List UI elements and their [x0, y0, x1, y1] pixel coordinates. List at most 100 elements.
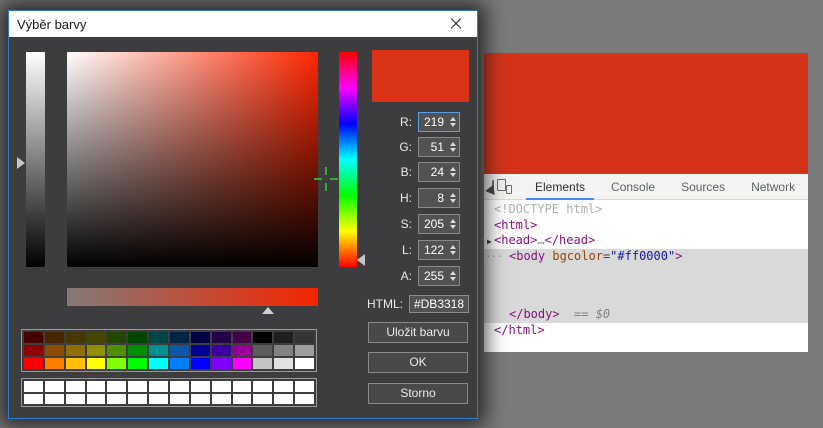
spin-up-icon[interactable] [450, 142, 456, 146]
custom-swatch[interactable] [253, 394, 272, 405]
dom-tree-node[interactable]: </html> [484, 323, 808, 339]
custom-swatch[interactable] [295, 381, 314, 392]
palette-swatch[interactable] [253, 345, 272, 356]
custom-swatch[interactable] [24, 381, 43, 392]
palette-swatch[interactable] [149, 358, 168, 369]
selection-region[interactable] [484, 264, 808, 307]
field-input[interactable]: 24 [418, 162, 460, 182]
custom-swatch[interactable] [107, 381, 126, 392]
palette-swatch[interactable] [87, 332, 106, 343]
palette-swatch[interactable] [87, 358, 106, 369]
palette-swatch[interactable] [66, 332, 85, 343]
spin-down-icon[interactable] [450, 173, 456, 177]
custom-swatch[interactable] [170, 394, 189, 405]
palette-swatch[interactable] [170, 358, 189, 369]
palette-swatch[interactable] [212, 345, 231, 356]
custom-swatch[interactable] [274, 381, 293, 392]
ok-button[interactable]: OK [368, 352, 468, 373]
palette-swatch[interactable] [274, 332, 293, 343]
palette-swatch[interactable] [212, 332, 231, 343]
spin-down-icon[interactable] [450, 225, 456, 229]
expand-arrow-icon[interactable]: ▶ [487, 234, 492, 250]
custom-swatch[interactable] [191, 394, 210, 405]
saturation-value-area[interactable] [67, 52, 318, 267]
palette-swatch[interactable] [191, 332, 210, 343]
custom-swatch[interactable] [274, 394, 293, 405]
tab-console[interactable]: Console [598, 174, 668, 200]
palette-swatch[interactable] [87, 345, 106, 356]
palette-swatch[interactable] [191, 358, 210, 369]
palette-swatch[interactable] [24, 358, 43, 369]
close-button[interactable] [435, 11, 477, 37]
saturation-slider-handle-icon[interactable] [262, 307, 274, 314]
palette-swatch[interactable] [233, 332, 252, 343]
custom-swatch[interactable] [212, 381, 231, 392]
spin-down-icon[interactable] [450, 277, 456, 281]
custom-swatch[interactable] [170, 381, 189, 392]
field-input[interactable]: 205 [418, 214, 460, 234]
palette-swatch[interactable] [295, 345, 314, 356]
cancel-button[interactable]: Storno [368, 383, 468, 404]
custom-swatch[interactable] [233, 381, 252, 392]
custom-swatch[interactable] [233, 394, 252, 405]
palette-swatch[interactable] [128, 358, 147, 369]
field-input[interactable]: 255 [418, 266, 460, 286]
dom-tree-node[interactable]: <!DOCTYPE html> [484, 202, 808, 218]
palette-swatch[interactable] [233, 345, 252, 356]
custom-swatch[interactable] [66, 381, 85, 392]
hue-slider[interactable] [339, 52, 357, 267]
spin-up-icon[interactable] [450, 193, 456, 197]
palette-swatch[interactable] [24, 345, 43, 356]
palette-swatch[interactable] [45, 332, 64, 343]
custom-swatch[interactable] [149, 381, 168, 392]
spin-down-icon[interactable] [450, 148, 456, 152]
palette-swatch[interactable] [45, 358, 64, 369]
palette-swatch[interactable] [295, 332, 314, 343]
custom-swatch[interactable] [87, 394, 106, 405]
custom-swatch[interactable] [66, 394, 85, 405]
palette-swatch[interactable] [212, 358, 231, 369]
custom-swatch[interactable] [24, 394, 43, 405]
custom-swatch[interactable] [128, 381, 147, 392]
field-input[interactable]: 8 [418, 188, 460, 208]
dom-tree-node[interactable]: <html> [484, 218, 808, 234]
spin-up-icon[interactable] [450, 167, 456, 171]
palette-swatch[interactable] [233, 358, 252, 369]
palette-swatch[interactable] [149, 332, 168, 343]
inspect-element-icon[interactable] [492, 180, 494, 193]
dom-tree-node[interactable]: ▶<head>…</head> [484, 233, 808, 249]
palette-swatch[interactable] [66, 345, 85, 356]
palette-swatch[interactable] [149, 345, 168, 356]
dom-tree-node[interactable]: </body> == $0 [484, 307, 808, 323]
custom-swatch[interactable] [253, 381, 272, 392]
tab-network[interactable]: Network [738, 174, 808, 200]
palette-swatch[interactable] [107, 358, 126, 369]
spin-up-icon[interactable] [450, 219, 456, 223]
tab-elements[interactable]: Elements [522, 174, 598, 200]
palette-swatch[interactable] [107, 345, 126, 356]
custom-swatch[interactable] [295, 394, 314, 405]
palette-swatch[interactable] [253, 358, 272, 369]
palette-swatch[interactable] [128, 332, 147, 343]
spin-up-icon[interactable] [450, 245, 456, 249]
spin-up-icon[interactable] [450, 117, 456, 121]
spin-up-icon[interactable] [450, 271, 456, 275]
palette-swatch[interactable] [191, 345, 210, 356]
palette-swatch[interactable] [170, 332, 189, 343]
palette-swatch[interactable] [274, 345, 293, 356]
palette-swatch[interactable] [45, 345, 64, 356]
palette-swatch[interactable] [107, 332, 126, 343]
palette-swatch[interactable] [253, 332, 272, 343]
palette-swatch[interactable] [128, 345, 147, 356]
field-input[interactable]: 122 [418, 240, 460, 260]
spin-down-icon[interactable] [450, 199, 456, 203]
palette-swatch[interactable] [170, 345, 189, 356]
custom-swatch[interactable] [45, 381, 64, 392]
custom-swatch[interactable] [191, 381, 210, 392]
palette-swatch[interactable] [295, 358, 314, 369]
tab-sources[interactable]: Sources [668, 174, 738, 200]
dom-tree-node[interactable]: ···<body bgcolor="#ff0000"> [484, 249, 808, 265]
custom-swatch[interactable] [87, 381, 106, 392]
field-input[interactable]: 51 [418, 137, 460, 157]
lightness-slider-handle-icon[interactable] [17, 157, 25, 169]
